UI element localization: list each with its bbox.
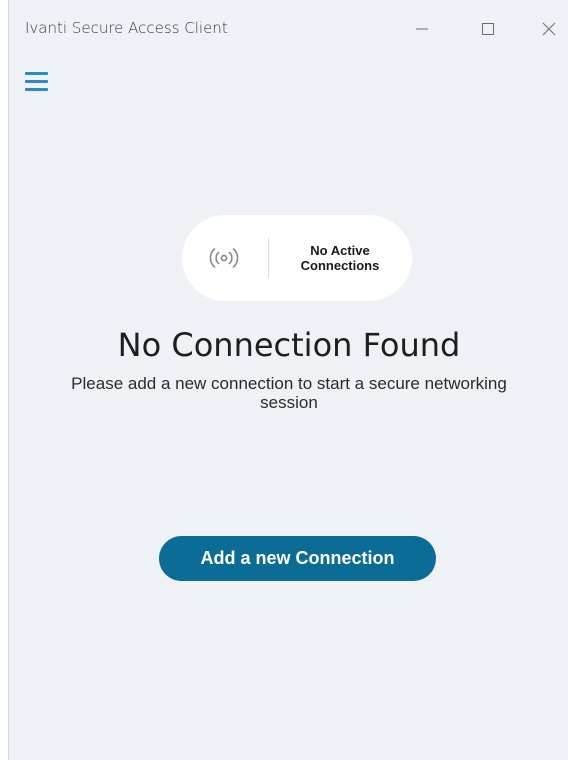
app-window: Ivanti Secure Access Client No Active Co… [8, 0, 568, 760]
title-bar: Ivanti Secure Access Client [9, 0, 568, 58]
minimize-icon [416, 28, 428, 30]
close-icon [542, 22, 556, 36]
page-title: No Connection Found [117, 326, 461, 364]
maximize-icon [482, 23, 494, 35]
hamburger-menu-icon[interactable] [25, 72, 49, 92]
status-divider [268, 238, 269, 278]
signal-broadcast-icon [209, 248, 239, 268]
status-label-line1: No Active [310, 243, 370, 258]
window-title: Ivanti Secure Access Client [25, 19, 228, 37]
close-button[interactable] [526, 8, 568, 50]
status-label-line2: Connections [300, 258, 380, 273]
minimize-button[interactable] [399, 8, 445, 50]
status-label: No Active Connections [278, 243, 402, 273]
connection-status-pill: No Active Connections [182, 215, 412, 301]
add-connection-button[interactable]: Add a new Connection [159, 536, 436, 581]
page-description: Please add a new connection to start a s… [71, 374, 507, 412]
maximize-button[interactable] [465, 8, 511, 50]
